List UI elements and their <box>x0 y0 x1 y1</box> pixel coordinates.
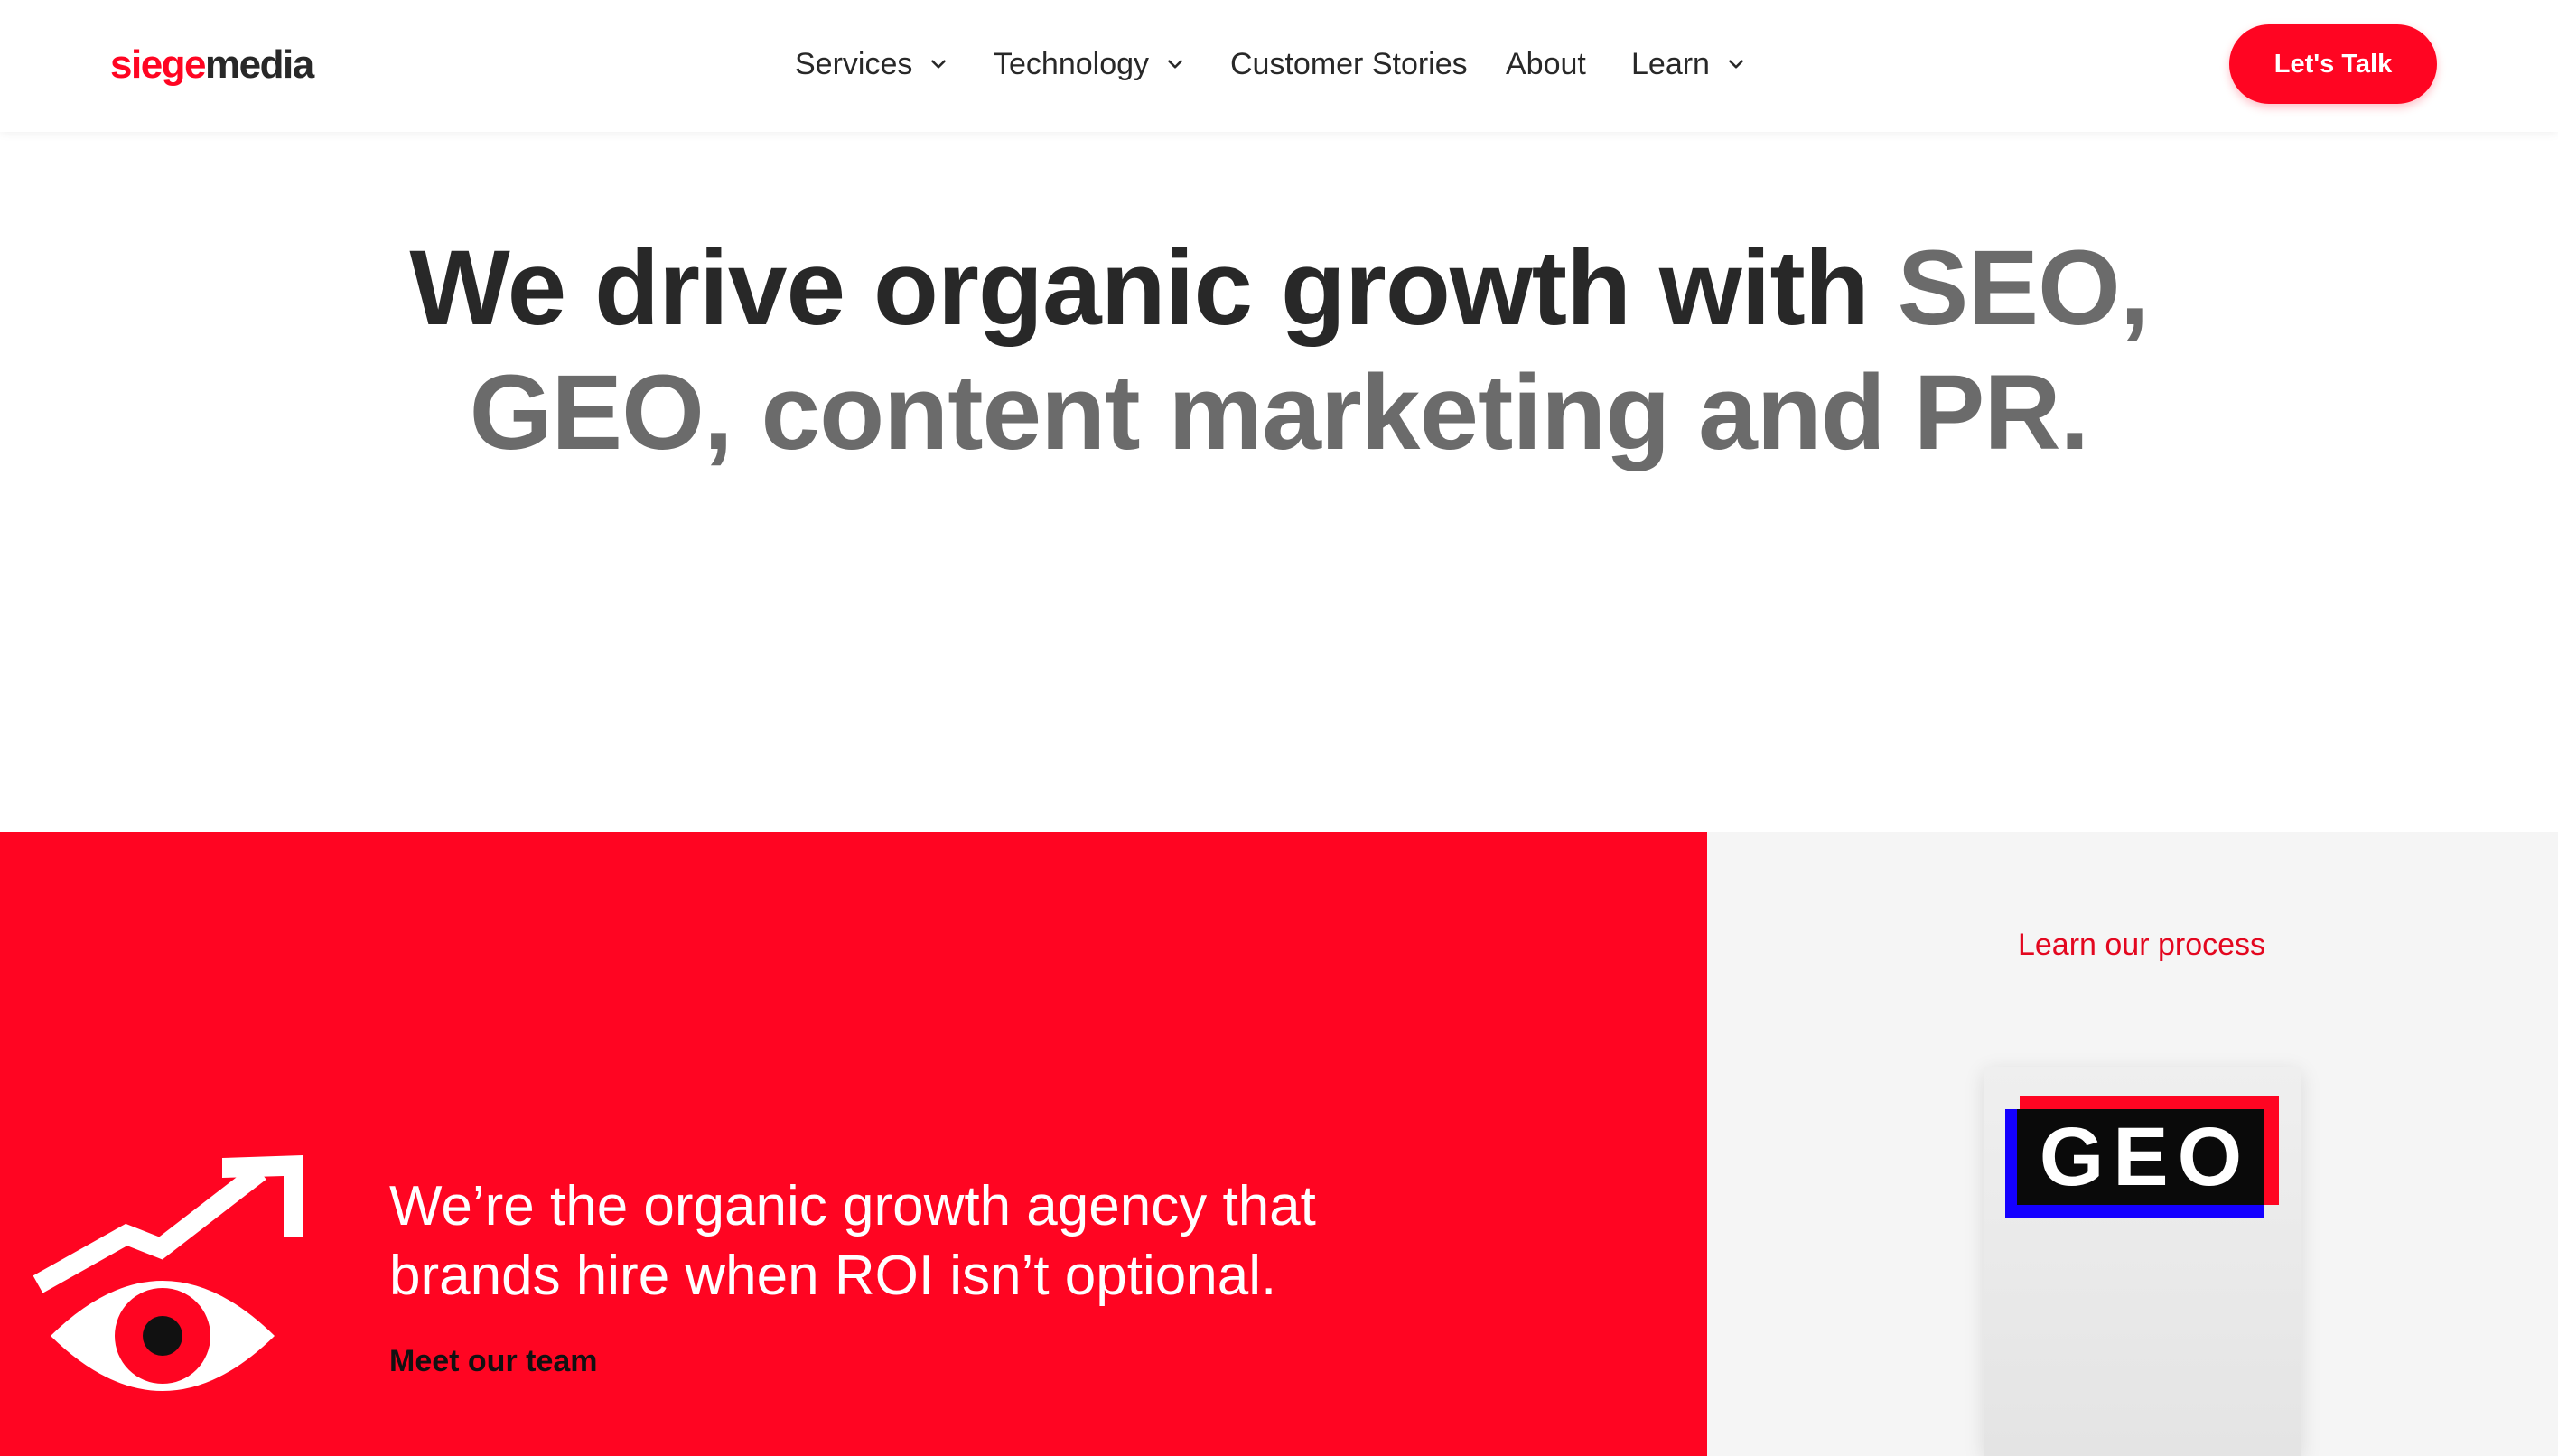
nav-item-learn[interactable]: Learn <box>1631 43 1748 85</box>
nav-item-about[interactable]: About <box>1506 43 1586 85</box>
chevron-down-icon <box>1729 60 1743 69</box>
chevron-down-icon <box>1168 60 1182 69</box>
nav-label-learn: Learn <box>1631 46 1710 81</box>
book-title-block: GEO <box>2017 1109 2264 1205</box>
hero-headline: We drive organic growth with SEO, GEO, c… <box>325 226 2233 475</box>
nav-item-customer-stories[interactable]: Customer Stories <box>1230 43 1468 85</box>
nav-label-technology: Technology <box>994 46 1150 81</box>
nav-label-services: Services <box>795 46 913 81</box>
learn-our-process-link[interactable]: Learn our process <box>1707 928 2558 963</box>
nav-item-services[interactable]: Services <box>795 43 950 85</box>
nav-item-technology[interactable]: Technology <box>994 43 1187 85</box>
logo-part-siege: siege <box>110 42 207 87</box>
meet-our-team-link[interactable]: Meet our team <box>389 1344 598 1379</box>
eye-growth-arrow-icon <box>33 1155 303 1391</box>
site-header: siegemedia Services Technology Customer … <box>0 0 2558 132</box>
nav-label-customer-stories: Customer Stories <box>1230 46 1468 81</box>
hero-headline-dark: We drive organic growth with <box>409 229 1898 348</box>
book-title: GEO <box>2039 1111 2252 1203</box>
agency-statement: We’re the organic growth agency that bra… <box>389 1175 1316 1307</box>
lets-talk-button[interactable]: Let's Talk <box>2229 24 2437 104</box>
siegemedia-logo[interactable]: siegemedia <box>110 40 314 90</box>
logo-part-media: media <box>205 42 314 87</box>
nav-label-about: About <box>1506 46 1586 81</box>
chevron-down-icon <box>931 60 947 69</box>
